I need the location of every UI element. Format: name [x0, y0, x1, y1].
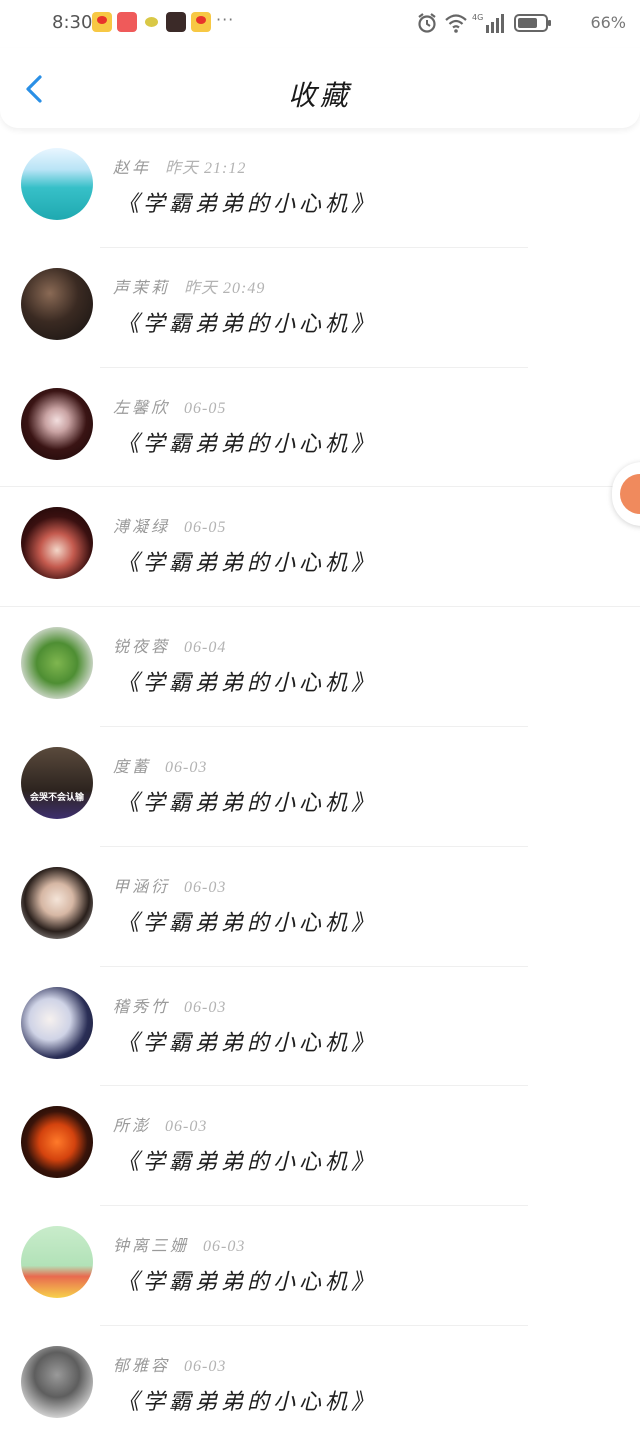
item-title: 《学霸弟弟的小心机》: [117, 789, 378, 815]
item-title: 《学霸弟弟的小心机》: [117, 1388, 378, 1414]
item-title: 《学霸弟弟的小心机》: [117, 1269, 378, 1295]
avatar[interactable]: [21, 986, 93, 1059]
avatar-caption: 会哭不会认输: [29, 792, 84, 803]
author-name: 甲涵衍: [113, 878, 171, 896]
item-meta: 钟离三姗 06-03: [113, 1232, 245, 1256]
avatar[interactable]: [21, 866, 93, 939]
weibo-notification-icon: [92, 12, 112, 32]
item-date: 06-03: [184, 878, 227, 896]
weibo-notification-icon: [191, 12, 211, 32]
bee-notification-icon: [142, 12, 162, 32]
item-title: 《学霸弟弟的小心机》: [117, 670, 378, 696]
list-item[interactable]: 所澎 06-03 《学霸弟弟的小心机》: [0, 1086, 640, 1207]
status-bar: 8:30 ··· 4G 66%: [0, 0, 640, 48]
avatar[interactable]: [21, 1106, 93, 1179]
item-date: 06-04: [184, 639, 227, 657]
item-title: 《学霸弟弟的小心机》: [117, 430, 378, 456]
item-meta: 左馨欣 06-05: [113, 394, 226, 418]
item-date: 06-03: [165, 758, 208, 776]
author-name: 郁雅容: [113, 1357, 171, 1375]
item-meta: 锐夜蓉 06-04: [113, 633, 226, 657]
list-item[interactable]: 会哭不会认输 度蓄 06-03 《学霸弟弟的小心机》: [0, 727, 640, 847]
image-notification-icon: [166, 12, 186, 32]
battery-icon: [514, 14, 551, 32]
author-name: 稽秀竹: [113, 998, 171, 1016]
status-time: 8:30: [52, 12, 93, 33]
item-date: 06-05: [184, 519, 227, 537]
list-item[interactable]: 钟离三姗 06-03 《学霸弟弟的小心机》: [0, 1206, 640, 1326]
item-title: 《学霸弟弟的小心机》: [117, 310, 378, 336]
page-title: 收藏: [287, 81, 352, 112]
list-item[interactable]: 锐夜蓉 06-04 《学霸弟弟的小心机》: [0, 607, 640, 727]
system-icons: 4G 66%: [416, 12, 626, 34]
item-date: 06-03: [184, 998, 227, 1016]
list-item[interactable]: 声茉莉 昨天 20:49 《学霸弟弟的小心机》: [0, 248, 640, 368]
author-name: 度蓄: [113, 758, 152, 776]
signal-icon: 4G: [472, 13, 504, 33]
list-item[interactable]: 甲涵衍 06-03 《学霸弟弟的小心机》: [0, 847, 640, 967]
list-item[interactable]: 赵年 昨天 21:12 《学霸弟弟的小心机》: [0, 128, 640, 248]
item-date: 昨天 20:49: [184, 279, 266, 297]
avatar[interactable]: [21, 387, 93, 460]
item-meta: 度蓄 06-03: [113, 753, 207, 777]
app-notification-icon: [117, 12, 137, 32]
list-item[interactable]: 溥凝绿 06-05 《学霸弟弟的小心机》: [0, 487, 640, 608]
item-date: 06-03: [165, 1118, 208, 1136]
wifi-icon: [445, 14, 467, 33]
avatar[interactable]: [21, 1226, 93, 1299]
item-title: 《学霸弟弟的小心机》: [117, 1029, 378, 1055]
item-date: 06-05: [184, 399, 227, 417]
avatar[interactable]: 会哭不会认输: [21, 746, 93, 819]
author-name: 所澎: [113, 1118, 152, 1136]
author-name: 声茉莉: [113, 279, 171, 297]
item-date: 06-03: [184, 1357, 227, 1375]
alarm-icon: [418, 13, 436, 33]
item-title: 《学霸弟弟的小心机》: [117, 1149, 378, 1175]
item-date: 昨天 21:12: [165, 160, 247, 177]
favorites-list: 赵年 昨天 21:12 《学霸弟弟的小心机》 声茉莉 昨天 20:49 《学霸弟弟的…: [0, 128, 640, 1446]
avatar[interactable]: [21, 507, 93, 580]
avatar[interactable]: [21, 267, 93, 340]
assistant-icon: [620, 474, 640, 514]
author-name: 钟离三姗: [113, 1238, 190, 1256]
avatar[interactable]: [21, 148, 93, 220]
avatar[interactable]: [21, 627, 93, 700]
item-meta: 稽秀竹 06-03: [113, 993, 226, 1017]
author-name: 锐夜蓉: [113, 639, 171, 657]
author-name: 溥凝绿: [113, 519, 171, 537]
avatar[interactable]: [21, 1345, 93, 1418]
list-item[interactable]: 左馨欣 06-05 《学霸弟弟的小心机》: [0, 368, 640, 488]
svg-text:4G: 4G: [472, 13, 483, 22]
item-meta: 甲涵衍 06-03: [113, 873, 226, 897]
item-meta: 郁雅容 06-03: [113, 1352, 226, 1376]
item-date: 06-03: [203, 1238, 246, 1256]
item-meta: 声茉莉 昨天 20:49: [113, 274, 265, 298]
author-name: 左馨欣: [113, 399, 171, 417]
item-title: 《学霸弟弟的小心机》: [117, 191, 378, 216]
more-notifications-icon: ···: [216, 10, 235, 29]
item-title: 《学霸弟弟的小心机》: [117, 909, 378, 935]
list-item[interactable]: 郁雅容 06-03 《学霸弟弟的小心机》: [0, 1326, 640, 1446]
item-meta: 所澎 06-03: [113, 1112, 207, 1136]
item-title: 《学霸弟弟的小心机》: [117, 550, 378, 576]
item-meta: 赵年 昨天 21:12: [113, 154, 246, 178]
list-item[interactable]: 稽秀竹 06-03 《学霸弟弟的小心机》: [0, 967, 640, 1087]
item-meta: 溥凝绿 06-05: [113, 513, 226, 537]
author-name: 赵年: [113, 160, 152, 177]
battery-percent: 66%: [590, 13, 626, 32]
header: 收藏: [0, 48, 640, 128]
